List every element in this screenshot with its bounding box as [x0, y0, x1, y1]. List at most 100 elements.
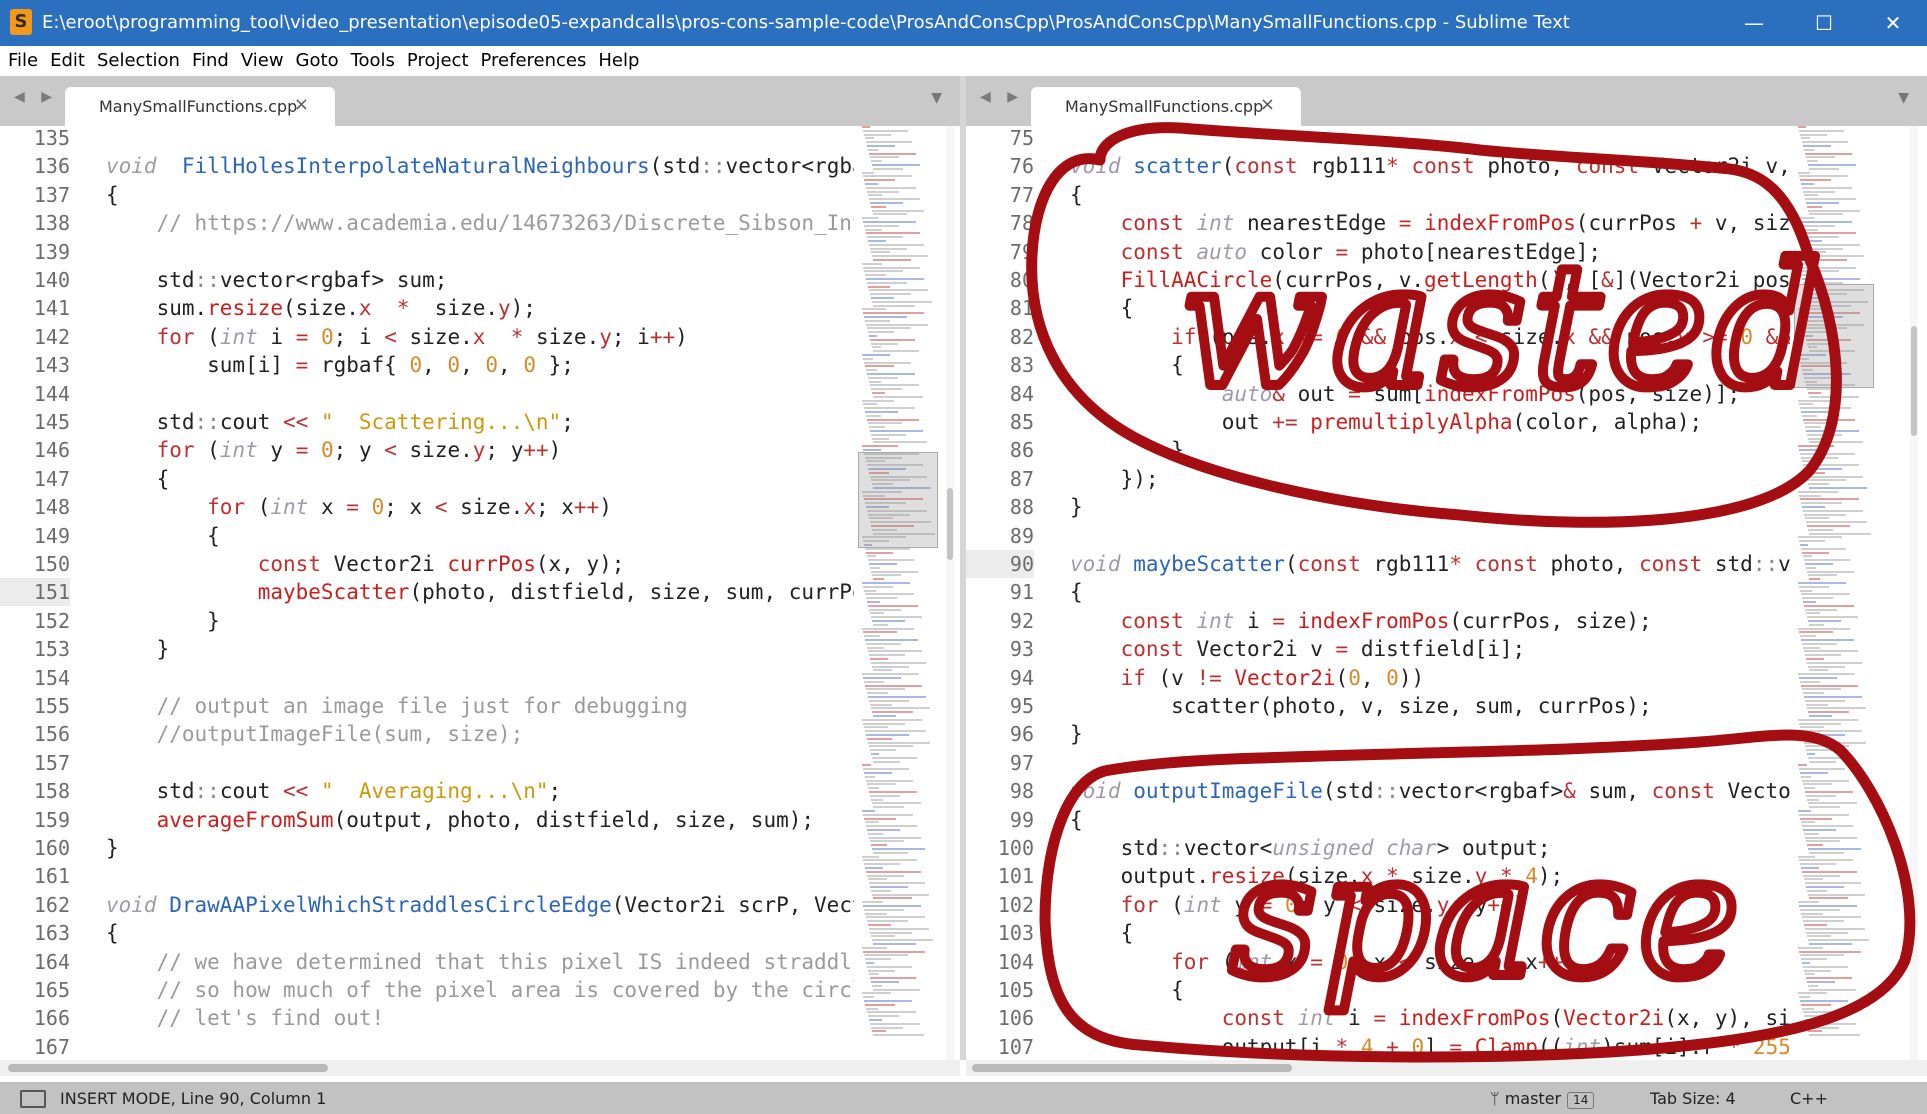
right-minimap[interactable] [1794, 126, 1874, 1060]
code-line[interactable]: const Vector2i currPos(x, y); [106, 550, 625, 578]
code-line[interactable]: std::cout << " Averaging...\n"; [106, 777, 562, 805]
left-editor-pane[interactable]: 135 136 137 138 139 140 141 142 143 144 145 146 147 1… [0, 126, 960, 1060]
left-vertical-scrollbar[interactable] [946, 126, 954, 1060]
tab-size-selector[interactable]: Tab Size: 4 [1650, 1089, 1736, 1108]
minimap-viewport[interactable] [858, 452, 938, 548]
code-line[interactable]: void maybeScatter(const rgb111* const ph… [1070, 550, 1790, 578]
left-tab-nav-arrows-icon[interactable]: ◀ ▶ [14, 89, 58, 105]
code-line[interactable]: }); [1070, 465, 1159, 493]
menu-goto[interactable]: Goto [290, 46, 345, 76]
code-line[interactable]: // output an image file just for debuggi… [106, 692, 688, 720]
code-line[interactable]: const Vector2i v = distfield[i]; [1070, 635, 1526, 663]
code-line[interactable]: std::vector<rgbaf> sum; [106, 266, 448, 294]
code-line[interactable]: const auto color = photo[nearestEdge]; [1070, 238, 1602, 266]
code-line[interactable]: const int nearestEdge = indexFromPos(cur… [1070, 209, 1790, 237]
minimap-line [867, 327, 911, 330]
code-line[interactable]: } [1070, 493, 1083, 521]
right-editor-pane[interactable]: 75 76 77 78 79 80 81 82 83 84 85 86 87 88 89 90 91 92 93 94… [966, 126, 1927, 1060]
minimap-viewport[interactable] [1794, 284, 1874, 388]
code-line[interactable]: sum.resize(size.x * size.y); [106, 294, 536, 322]
menu-selection[interactable]: Selection [91, 46, 186, 76]
code-line[interactable]: { [106, 181, 119, 209]
left-vertical-scroll-thumb[interactable] [947, 488, 953, 560]
line-number: 89 [1009, 523, 1034, 548]
code-line[interactable]: } [106, 607, 220, 635]
code-line[interactable]: { [1070, 181, 1083, 209]
code-line[interactable]: auto& out = sum[indexFromPos(pos, size)]… [1070, 380, 1740, 408]
code-line[interactable]: { [106, 522, 220, 550]
code-line[interactable]: { [1070, 351, 1184, 379]
code-line[interactable]: // let's find out! [106, 1004, 385, 1032]
code-line[interactable]: // https://www.academia.edu/14673263/Dis… [106, 209, 854, 237]
code-line[interactable]: } [1070, 720, 1083, 748]
code-line[interactable]: output.resize(size.x * size.y * 4); [1070, 862, 1564, 890]
right-tab-nav-arrows-icon[interactable]: ◀ ▶ [980, 89, 1024, 105]
menu-project[interactable]: Project [401, 46, 475, 76]
code-line[interactable]: if (v != Vector2i(0, 0)) [1070, 664, 1425, 692]
code-line[interactable]: scatter(photo, v, size, sum, currPos); [1070, 692, 1651, 720]
code-line[interactable]: { [1070, 976, 1184, 1004]
code-line[interactable]: { [106, 919, 119, 947]
code-line[interactable]: const int i = indexFromPos(currPos, size… [1070, 607, 1652, 635]
menu-view[interactable]: View [235, 46, 290, 76]
code-line[interactable]: } [1070, 436, 1184, 464]
menu-edit[interactable]: Edit [44, 46, 91, 76]
syntax-selector[interactable]: C++ [1790, 1089, 1828, 1108]
right-tab-close-icon[interactable]: × [1260, 94, 1275, 115]
minimap-line [1804, 604, 1854, 607]
right-horizontal-scrollbar[interactable] [966, 1060, 1927, 1076]
menu-tools[interactable]: Tools [345, 46, 401, 76]
code-line[interactable]: output[i * 4 + 0] = Clamp((int)sum[i].r … [1070, 1033, 1790, 1060]
right-tab-menu-chevron-down-icon[interactable]: ▼ [1898, 90, 1909, 106]
code-line[interactable]: { [106, 465, 170, 493]
code-line[interactable]: void outputImageFile(std::vector<rgbaf>&… [1070, 777, 1790, 805]
code-line[interactable]: out += premultiplyAlpha(color, alpha); [1070, 408, 1703, 436]
code-line[interactable]: for (int y = 0; y < size.y; y++) [106, 436, 562, 464]
code-line[interactable]: if (pos.x >= 0 && pos.x < size.x && pos.… [1070, 323, 1790, 351]
right-vertical-scrollbar[interactable] [1910, 126, 1918, 1060]
code-line[interactable]: for (int i = 0; i < size.x * size.y; i++… [106, 323, 688, 351]
left-code-area[interactable]: void FillHolesInterpolateNaturalNeighbou… [106, 126, 854, 1060]
code-line[interactable]: void FillHolesInterpolateNaturalNeighbou… [106, 152, 854, 180]
right-tab-many-small-functions[interactable]: ManySmallFunctions.cpp × [1031, 87, 1301, 126]
code-line[interactable]: { [1070, 578, 1083, 606]
right-vertical-scroll-thumb[interactable] [1911, 326, 1917, 436]
code-line[interactable]: for (int x = 0; x < size.x; x++) [106, 493, 612, 521]
left-minimap[interactable] [858, 126, 938, 1060]
left-tab-many-small-functions[interactable]: ManySmallFunctions.cpp × [65, 87, 335, 126]
code-line[interactable]: // we have determined that this pixel IS… [106, 948, 854, 976]
code-line[interactable]: { [1070, 806, 1083, 834]
left-tab-close-icon[interactable]: × [294, 94, 309, 115]
code-line[interactable]: void DrawAAPixelWhichStraddlesCircleEdge… [106, 891, 854, 919]
maximize-button[interactable]: ☐ [1790, 0, 1858, 46]
code-line[interactable]: for (int y = 0; y < size.y; y++) [1070, 891, 1526, 919]
right-code-area[interactable]: void scatter(const rgb111* const photo, … [1070, 126, 1790, 1060]
code-line[interactable]: // so how much of the pixel area is cove… [106, 976, 854, 1004]
left-horizontal-scrollbar[interactable] [0, 1060, 960, 1076]
minimize-button[interactable]: — [1720, 0, 1788, 46]
code-line[interactable]: //outputImageFile(sum, size); [106, 720, 524, 748]
menu-preferences[interactable]: Preferences [475, 46, 593, 76]
menu-help[interactable]: Help [592, 46, 645, 76]
code-line[interactable]: averageFromSum(output, photo, distfield,… [106, 806, 814, 834]
close-window-button[interactable]: ✕ [1859, 0, 1927, 46]
code-line[interactable]: std::vector<unsigned char> output; [1070, 834, 1551, 862]
left-horizontal-scroll-thumb[interactable] [8, 1064, 328, 1072]
code-line[interactable]: sum[i] = rgbaf{ 0, 0, 0, 0 }; [106, 351, 574, 379]
code-line[interactable]: } [106, 834, 119, 862]
right-horizontal-scroll-thumb[interactable] [972, 1064, 1292, 1072]
menu-file[interactable]: File [0, 46, 44, 76]
left-tab-menu-chevron-down-icon[interactable]: ▼ [931, 90, 942, 106]
code-line[interactable]: maybeScatter(photo, distfield, size, sum… [106, 578, 854, 606]
code-line[interactable]: void scatter(const rgb111* const photo, … [1070, 152, 1790, 180]
code-line[interactable]: { [1070, 919, 1134, 947]
git-branch-status[interactable]: ᛘ master 14 [1490, 1089, 1595, 1109]
code-line[interactable]: for (int x = 0; x < size.x; x++) [1070, 948, 1576, 976]
code-line[interactable]: } [106, 635, 170, 663]
code-line[interactable]: FillAACircle(currPos, v.getLength(), [&]… [1070, 266, 1790, 294]
menu-find[interactable]: Find [186, 46, 235, 76]
panel-toggle-icon[interactable] [20, 1090, 46, 1108]
code-line[interactable]: const int i = indexFromPos(Vector2i(x, y… [1070, 1004, 1790, 1032]
code-line[interactable]: std::cout << " Scattering...\n"; [106, 408, 574, 436]
code-line[interactable]: { [1070, 294, 1134, 322]
